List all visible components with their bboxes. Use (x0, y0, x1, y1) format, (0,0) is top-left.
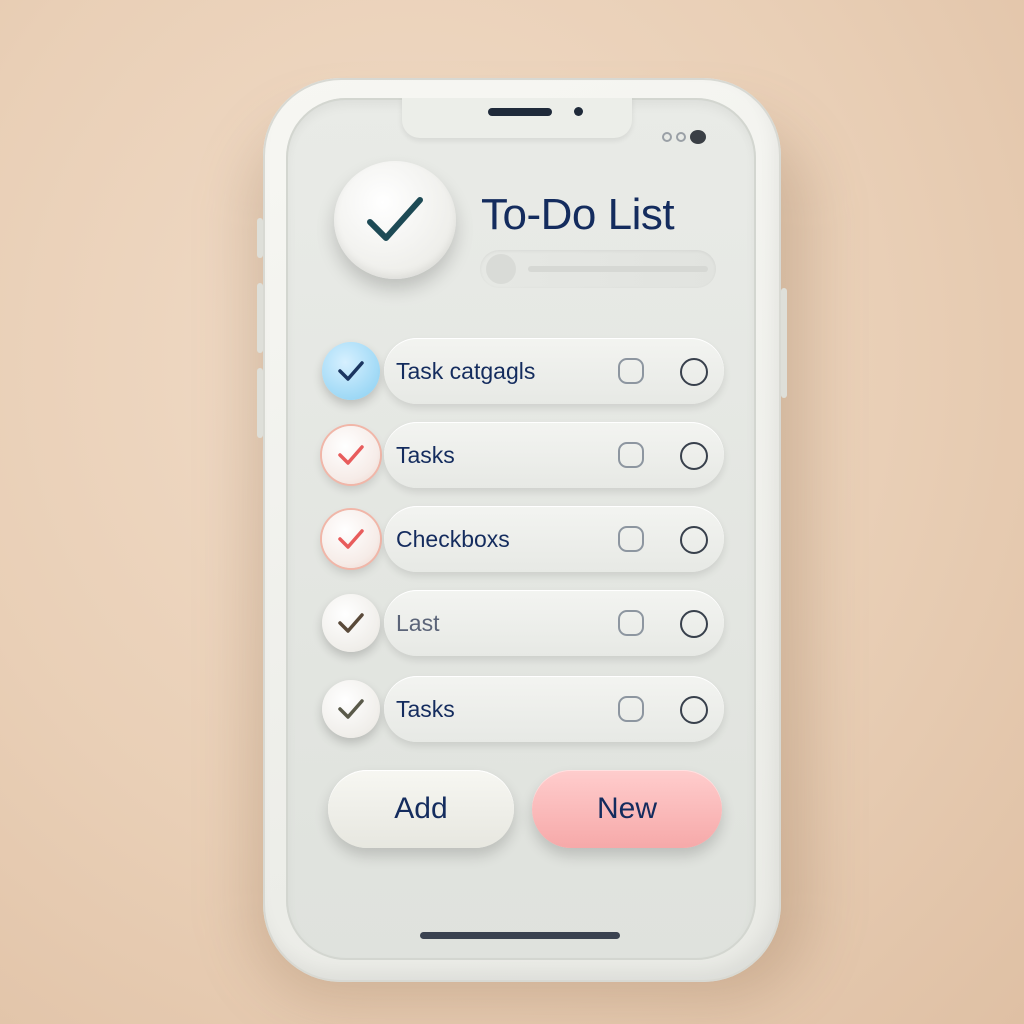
task-checkbox[interactable] (322, 342, 380, 400)
task-row-3: Checkboxs (322, 506, 726, 576)
task-label: Tasks (396, 696, 455, 722)
task-item[interactable]: Last (384, 590, 724, 656)
task-label: Checkboxs (396, 526, 510, 552)
task-item[interactable]: Tasks (384, 422, 724, 488)
page-title: To-Do List (481, 190, 675, 239)
square-outline-icon[interactable] (618, 696, 644, 722)
circle-outline-icon[interactable] (680, 358, 708, 386)
progress-slider[interactable] (480, 250, 716, 288)
checkmark-icon (367, 197, 423, 241)
status-dot-icon (676, 132, 686, 142)
side-button-left-mid (257, 283, 263, 353)
task-checkbox[interactable] (322, 680, 380, 738)
square-outline-icon[interactable] (618, 526, 644, 552)
slider-track (528, 266, 708, 272)
side-button-right (781, 288, 787, 398)
checkmark-icon (338, 529, 364, 549)
new-button[interactable]: New (532, 770, 722, 848)
slider-thumb[interactable] (486, 254, 516, 284)
circle-outline-icon[interactable] (680, 442, 708, 470)
task-label: Tasks (396, 442, 455, 468)
task-checkbox[interactable] (322, 426, 380, 484)
checkmark-icon (338, 699, 364, 719)
task-label: Task catgagls (396, 358, 536, 384)
side-button-left-bottom (257, 368, 263, 438)
speaker-grille (488, 108, 552, 116)
task-row-2: Tasks (322, 422, 726, 492)
task-row-4: Last (322, 590, 726, 660)
home-indicator[interactable] (420, 932, 620, 939)
task-row-5: Tasks (322, 676, 726, 746)
task-checkbox[interactable] (322, 510, 380, 568)
phone-screen: To-Do List Task catgagls Tasks Checkboxs… (286, 98, 756, 960)
task-label: Last (396, 610, 440, 636)
task-item[interactable]: Task catgagls (384, 338, 724, 404)
square-outline-icon[interactable] (618, 358, 644, 384)
status-icons (662, 130, 706, 144)
square-outline-icon[interactable] (618, 610, 644, 636)
status-dot-icon (662, 132, 672, 142)
side-button-left-top (257, 218, 263, 258)
checkmark-icon (338, 613, 364, 633)
task-checkbox[interactable] (322, 594, 380, 652)
status-dot-filled-icon (690, 130, 706, 144)
checkmark-icon (338, 445, 364, 465)
circle-outline-icon[interactable] (680, 526, 708, 554)
task-item[interactable]: Checkboxs (384, 506, 724, 572)
task-item[interactable]: Tasks (384, 676, 724, 742)
notch (402, 98, 632, 138)
checkmark-icon (338, 361, 364, 381)
square-outline-icon[interactable] (618, 442, 644, 468)
add-button[interactable]: Add (328, 770, 514, 848)
header-checkmark-badge[interactable] (334, 161, 456, 279)
circle-outline-icon[interactable] (680, 610, 708, 638)
phone-frame: To-Do List Task catgagls Tasks Checkboxs… (257, 78, 787, 982)
circle-outline-icon[interactable] (680, 696, 708, 724)
task-row-1: Task catgagls (322, 338, 726, 408)
front-camera (574, 107, 583, 116)
